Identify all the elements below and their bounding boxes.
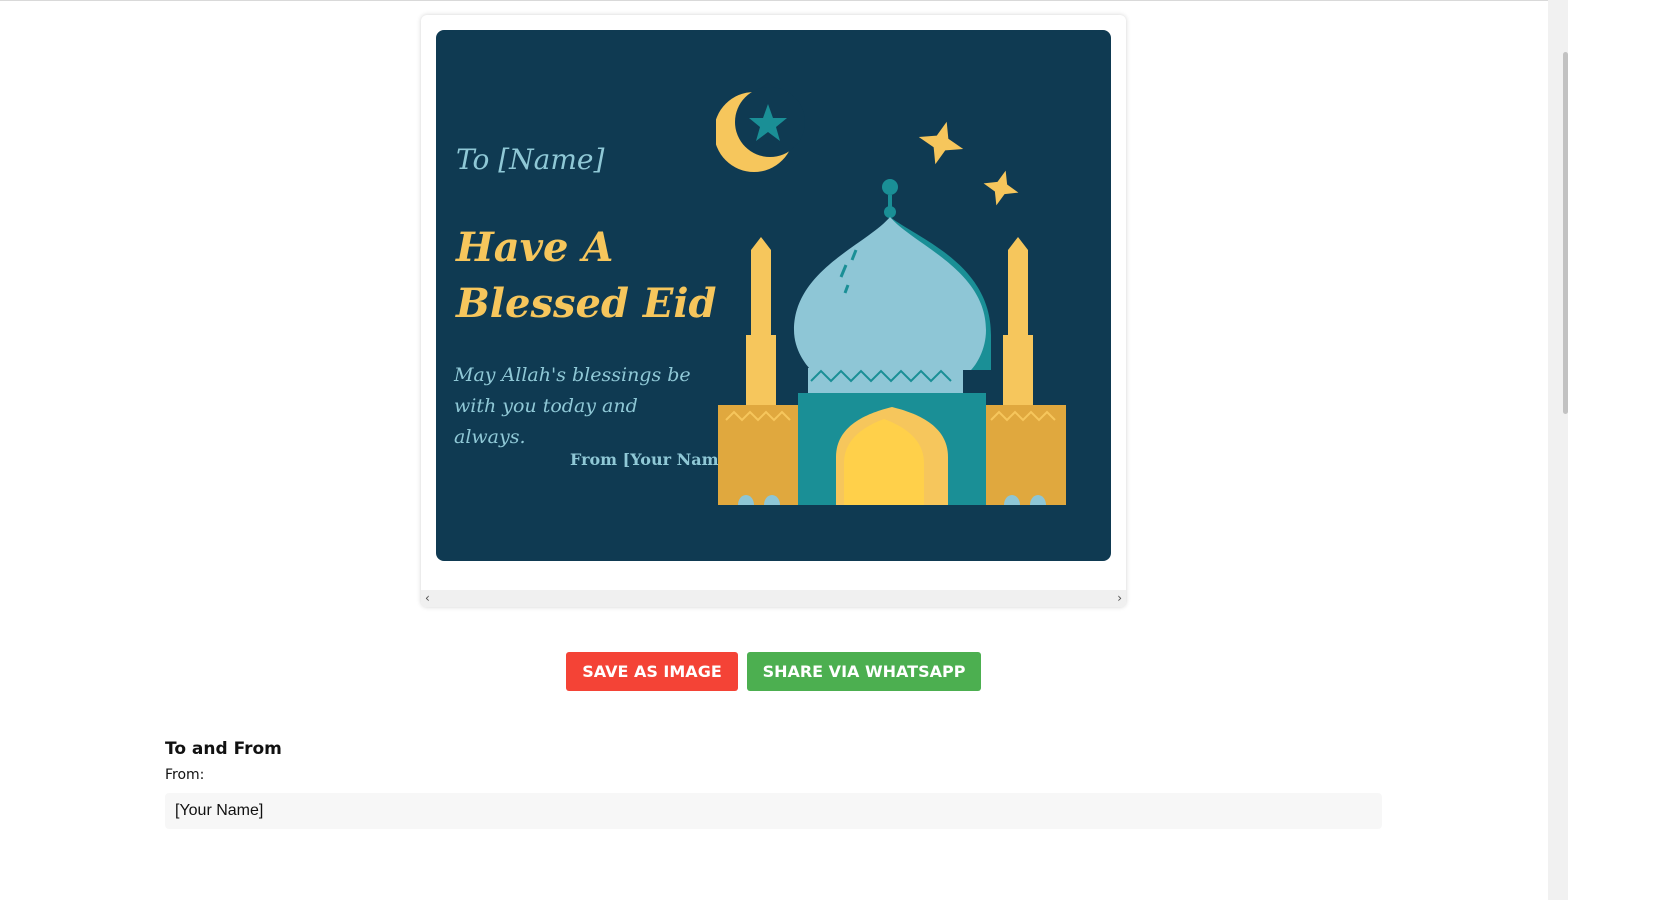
dome-finial xyxy=(882,179,898,218)
mosque-dome xyxy=(794,217,986,370)
from-name-input[interactable] xyxy=(165,793,1382,829)
horizontal-scrollbar[interactable]: ‹ › xyxy=(421,590,1126,607)
card-headline-line1: Have A xyxy=(456,224,614,271)
card-headline-line2: Blessed Eid xyxy=(456,280,717,327)
from-field-label: From: xyxy=(165,767,205,783)
card-blessing: May Allah's blessings be with you today … xyxy=(454,364,691,448)
card-to-line: To [Name] xyxy=(456,143,605,176)
card-headline: Have A Blessed Eid xyxy=(456,220,756,332)
right-minaret xyxy=(1003,237,1033,407)
share-via-whatsapp-button[interactable]: SHARE VIA WHATSAPP xyxy=(747,652,981,691)
sparkle-star-small-icon xyxy=(983,170,1019,206)
left-minaret xyxy=(746,237,776,407)
scroll-left-arrow-icon[interactable]: ‹ xyxy=(425,590,430,607)
card-preview-frame: To [Name] Have A Blessed Eid May Allah's… xyxy=(421,15,1126,607)
mosque-illustration xyxy=(716,87,1066,505)
to-and-from-heading: To and From xyxy=(165,739,282,759)
eid-greeting-card: To [Name] Have A Blessed Eid May Allah's… xyxy=(436,30,1111,561)
save-as-image-button[interactable]: SAVE AS IMAGE xyxy=(566,652,738,691)
top-border xyxy=(0,0,1548,1)
scroll-right-arrow-icon[interactable]: › xyxy=(1117,590,1122,607)
sparkle-star-large-icon xyxy=(918,121,964,165)
right-gutter xyxy=(1568,0,1668,900)
card-from-line: From [Your Name] xyxy=(570,450,737,469)
